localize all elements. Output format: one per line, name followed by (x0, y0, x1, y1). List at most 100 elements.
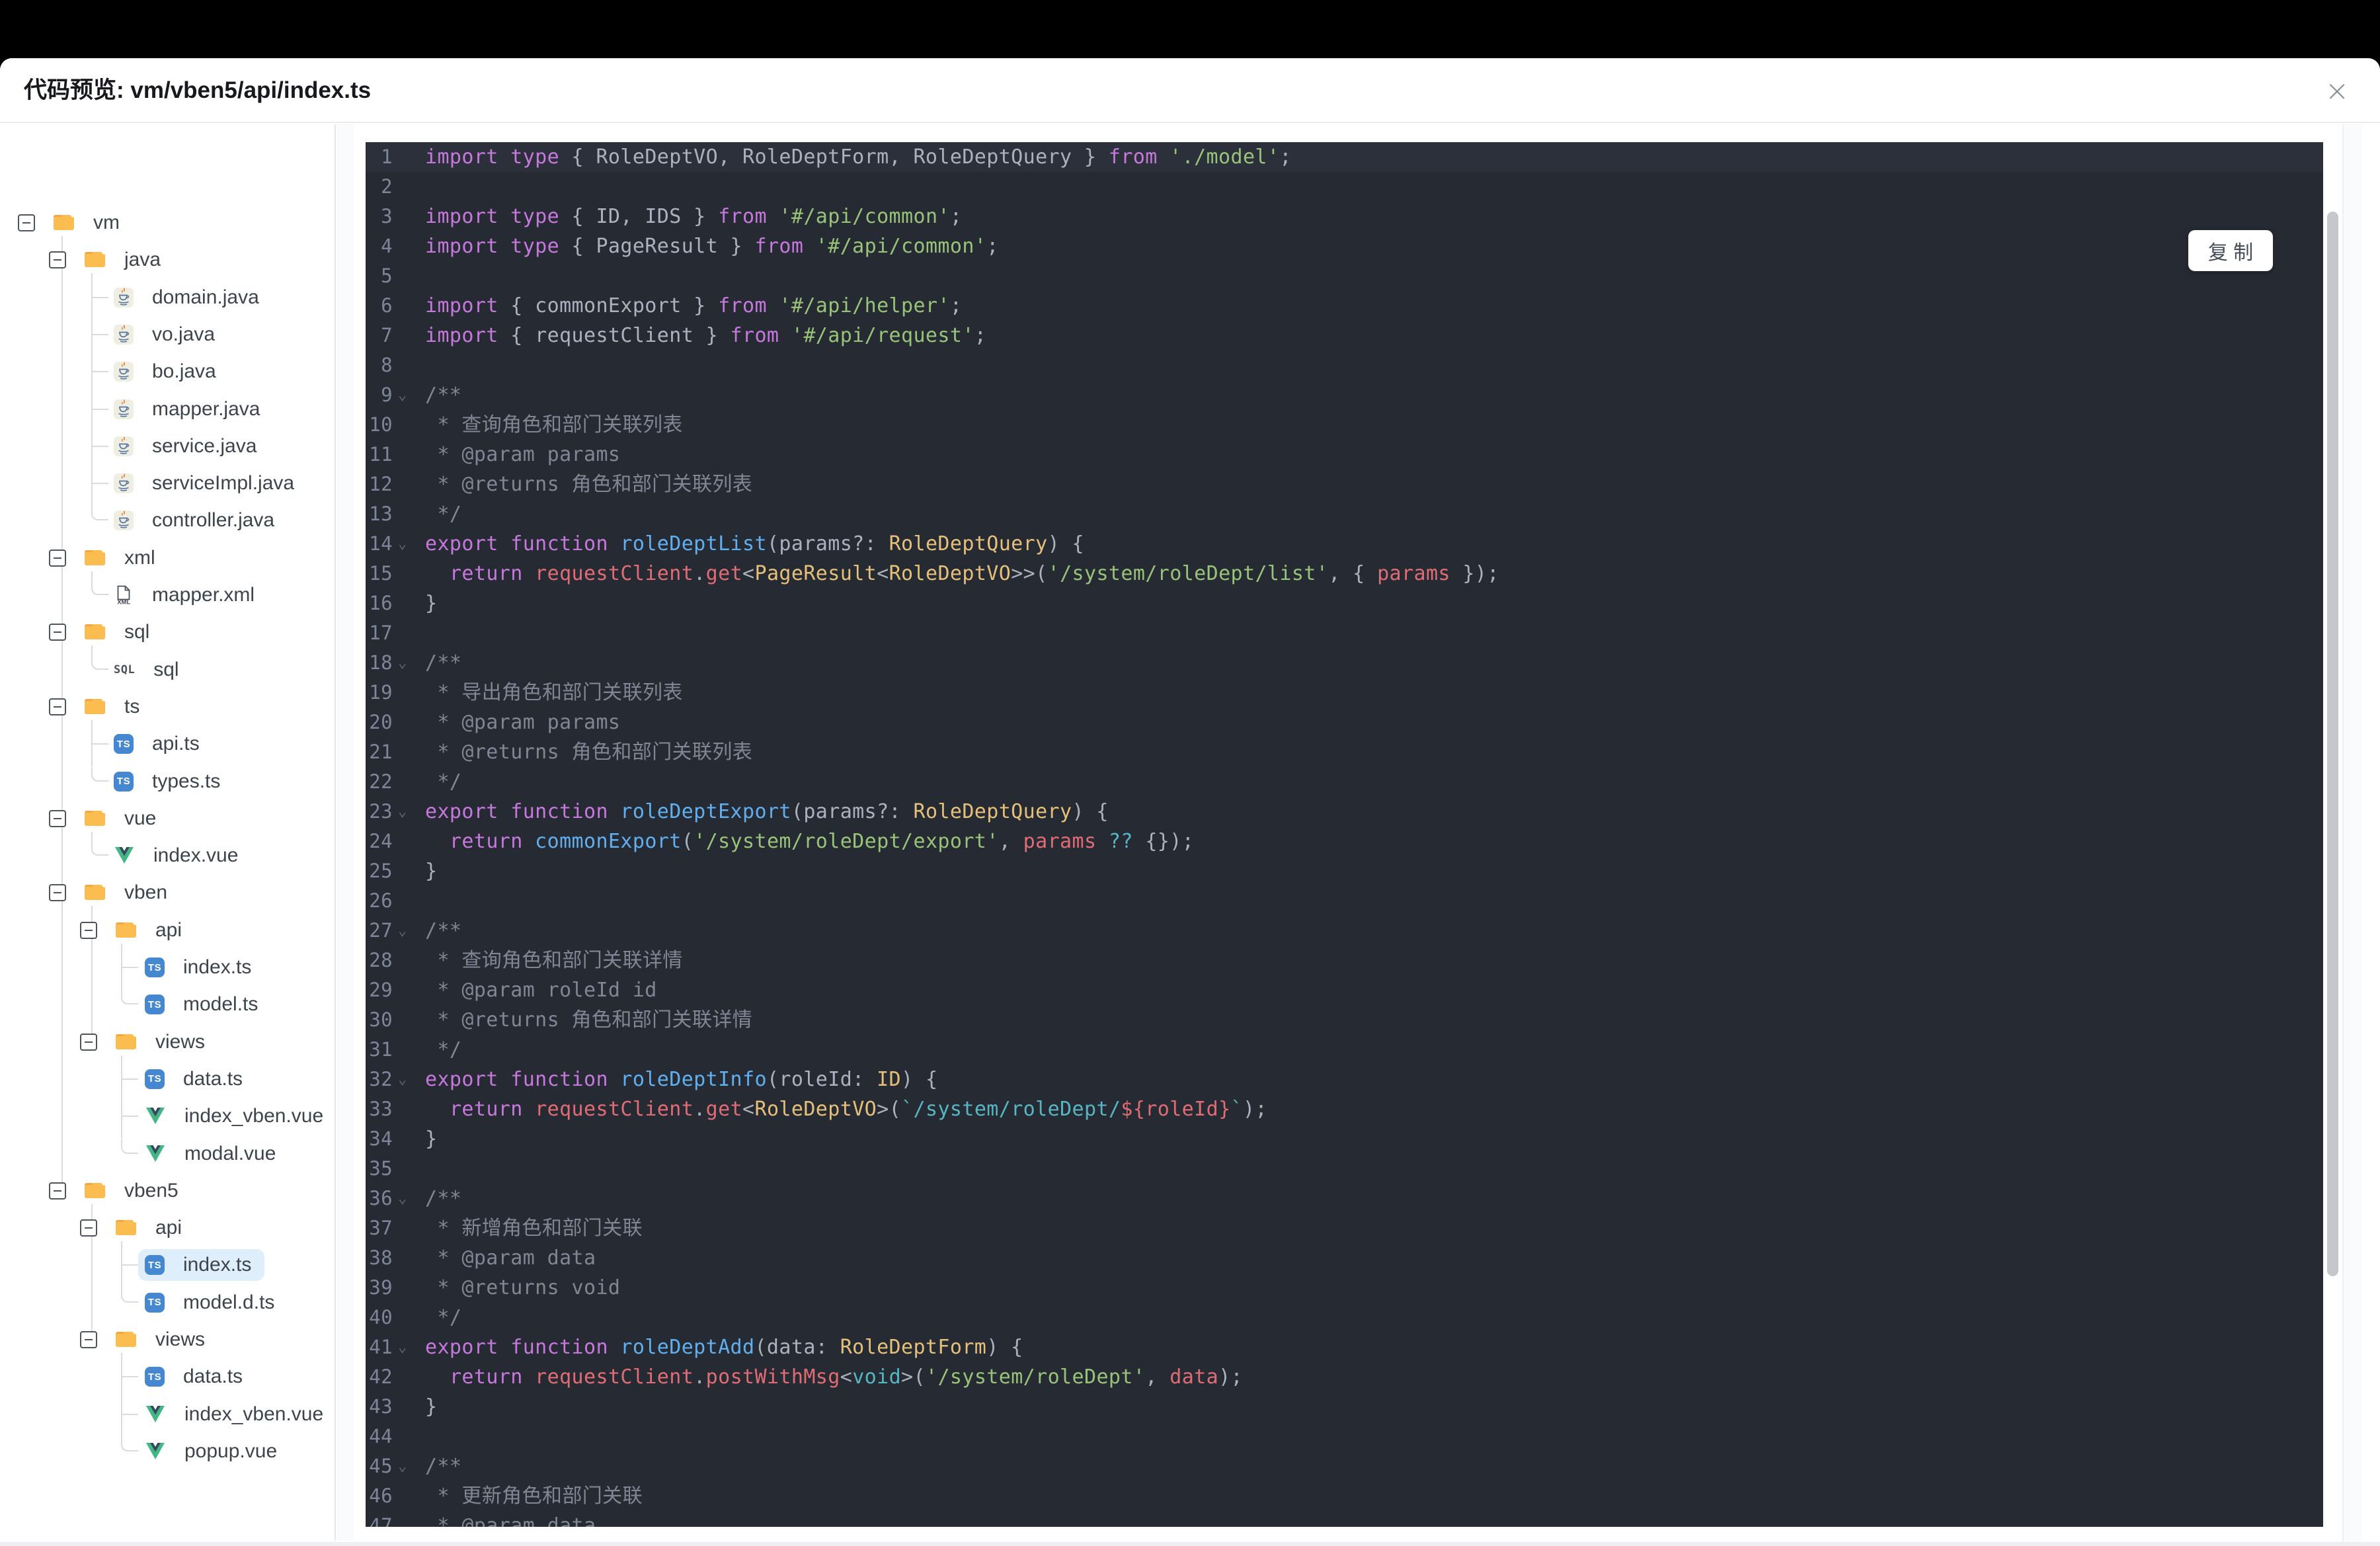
tree-folder-row[interactable]: ts (49, 688, 146, 725)
collapse-toggle[interactable] (49, 624, 66, 641)
tree-row-main[interactable]: views (114, 1324, 212, 1356)
tree-row-main[interactable]: popup.vue (138, 1436, 290, 1467)
code-token: */ (425, 1038, 462, 1061)
tree-file-selected[interactable]: TS index.ts (138, 1249, 265, 1282)
tree-row-main[interactable]: TS api.ts (107, 728, 213, 760)
tree-row-main[interactable]: XML mapper.xml (107, 579, 268, 611)
tree-row-main[interactable]: TS model.ts (138, 989, 271, 1020)
fold-chevron-icon[interactable]: ⌄ (393, 1065, 425, 1094)
code-scrollbar-thumb[interactable] (2327, 212, 2338, 1276)
tree-file-row[interactable]: modal.vue (138, 1135, 289, 1172)
line-number: 25 (369, 860, 393, 882)
tree-row-main[interactable]: xml (83, 542, 162, 574)
tree-guide-elbow (121, 1436, 138, 1451)
fold-chevron-icon[interactable]: ⌄ (393, 380, 425, 410)
tree-row-main[interactable]: TS data.ts (138, 1063, 256, 1095)
collapse-toggle[interactable] (49, 809, 66, 827)
fold-chevron-icon[interactable]: ⌄ (393, 529, 425, 559)
collapse-toggle[interactable] (80, 1219, 97, 1237)
tree-row-main[interactable]: TS model.d.ts (138, 1287, 288, 1319)
tree-file-row[interactable]: popup.vue (138, 1433, 290, 1470)
tree-folder-row[interactable]: vben (49, 874, 174, 911)
tree-row-main[interactable]: java (83, 244, 167, 276)
tree-row-main[interactable]: views (114, 1026, 212, 1058)
tree-row-main[interactable]: vben (83, 877, 174, 909)
close-icon[interactable]: × (2314, 62, 2360, 119)
fold-chevron-icon[interactable]: ⌄ (393, 1184, 425, 1213)
tree-file-row[interactable]: TS api.ts (107, 725, 213, 762)
tree-folder-row[interactable]: vue (49, 800, 163, 837)
tree-row-main[interactable]: ts (83, 691, 146, 723)
tree-file-row[interactable]: TS index.ts (138, 1246, 265, 1283)
fold-chevron-icon[interactable]: ⌄ (393, 797, 425, 827)
tree-row-main[interactable]: index_vben.vue (138, 1399, 335, 1430)
tree-row-main[interactable]: modal.vue (138, 1138, 289, 1170)
tree-file-row[interactable]: index_vben.vue (138, 1396, 335, 1433)
tree-row-main[interactable]: vo.java (107, 319, 228, 350)
tree-file-row[interactable]: mapper.java (107, 391, 273, 428)
tree-row-main[interactable]: controller.java (107, 505, 288, 536)
code-line: 29 * @param roleId id (366, 975, 2323, 1005)
tree-row-main[interactable]: vben5 (83, 1175, 185, 1207)
tree-row-main[interactable]: vm (52, 207, 126, 239)
tree-folder-row[interactable]: views (80, 1024, 212, 1061)
tree-file-row[interactable]: TS model.d.ts (138, 1284, 288, 1321)
tree-file-row[interactable]: TS index.ts (138, 949, 264, 986)
tree-row-main[interactable]: api (114, 915, 188, 946)
tree-scrollbar-track[interactable] (337, 124, 354, 1541)
tree-row-main[interactable]: index_vben.vue (138, 1100, 335, 1132)
collapse-toggle[interactable] (49, 884, 66, 902)
tree-row-main[interactable]: service.java (107, 430, 270, 462)
tree-row-main[interactable]: serviceImpl.java (107, 468, 307, 499)
tree-file-row[interactable]: TS data.ts (138, 1061, 256, 1098)
fold-chevron-icon[interactable]: ⌄ (393, 916, 425, 946)
tree-folder-row[interactable]: sql (49, 614, 156, 651)
tree-file-row[interactable]: TS model.ts (138, 986, 271, 1023)
tree-row-main[interactable]: bo.java (107, 356, 229, 387)
tree-folder-row[interactable]: vm (18, 204, 126, 241)
collapse-toggle[interactable] (49, 549, 66, 567)
tree-file-row[interactable]: serviceImpl.java (107, 465, 307, 502)
tree-file-row[interactable]: XML mapper.xml (107, 577, 268, 614)
collapse-toggle[interactable] (49, 698, 66, 715)
tree-file-row[interactable]: SQL sql (107, 651, 192, 688)
tree-file-row[interactable]: service.java (107, 428, 270, 465)
tree-row-main[interactable]: api (114, 1212, 188, 1244)
tree-file-row[interactable]: vo.java (107, 316, 228, 353)
collapse-toggle[interactable] (80, 1033, 97, 1051)
tree-row-main[interactable]: mapper.java (107, 393, 273, 425)
tree-file-label: model.ts (183, 993, 258, 1016)
tree-folder-row[interactable]: xml (49, 540, 162, 577)
collapse-toggle[interactable] (18, 214, 35, 231)
dialog-scrollbar-track[interactable] (2344, 124, 2361, 1546)
tree-folder-row[interactable]: api (80, 912, 188, 949)
tree-file-row[interactable]: TS types.ts (107, 763, 233, 800)
tree-row-main[interactable]: TS types.ts (107, 766, 233, 797)
copy-button[interactable]: 复 制 (2188, 230, 2273, 271)
collapse-toggle[interactable] (49, 251, 66, 269)
code-token: ${roleId} (1121, 1098, 1231, 1121)
fold-chevron-icon[interactable]: ⌄ (393, 1451, 425, 1481)
tree-row-main[interactable]: vue (83, 803, 163, 834)
tree-folder-row[interactable]: views (80, 1321, 212, 1358)
tree-row-main[interactable]: TS data.ts (138, 1361, 256, 1393)
tree-file-row[interactable]: domain.java (107, 279, 272, 316)
tree-row-main[interactable]: index.vue (107, 840, 251, 872)
tree-row-main[interactable]: sql (83, 616, 156, 648)
collapse-toggle[interactable] (49, 1182, 66, 1200)
collapse-toggle[interactable] (80, 921, 97, 939)
tree-folder-row[interactable]: vben5 (49, 1172, 185, 1209)
tree-row-main[interactable]: SQL sql (107, 654, 192, 686)
tree-file-row[interactable]: TS data.ts (138, 1358, 256, 1395)
tree-file-row[interactable]: index.vue (107, 837, 251, 874)
collapse-toggle[interactable] (80, 1331, 97, 1348)
tree-file-row[interactable]: index_vben.vue (138, 1098, 335, 1135)
tree-folder-row[interactable]: java (49, 241, 167, 278)
tree-row-main[interactable]: domain.java (107, 282, 272, 313)
tree-row-main[interactable]: TS index.ts (138, 952, 264, 983)
fold-chevron-icon[interactable]: ⌄ (393, 648, 425, 678)
tree-folder-row[interactable]: api (80, 1209, 188, 1246)
tree-file-row[interactable]: controller.java (107, 502, 288, 539)
tree-file-row[interactable]: bo.java (107, 353, 229, 390)
fold-chevron-icon[interactable]: ⌄ (393, 1332, 425, 1362)
